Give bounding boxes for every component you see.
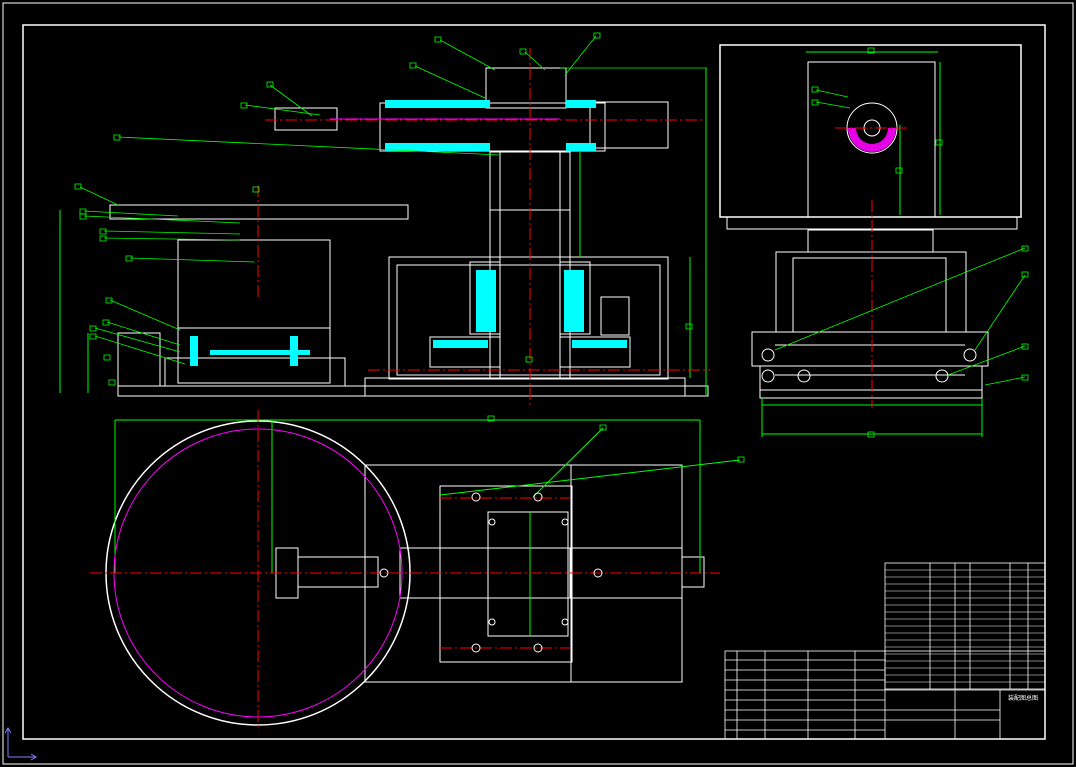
cad-drawing-canvas: 装配图总图 xyxy=(0,0,1076,767)
title-block-text: 装配图总图 xyxy=(1008,694,1038,702)
